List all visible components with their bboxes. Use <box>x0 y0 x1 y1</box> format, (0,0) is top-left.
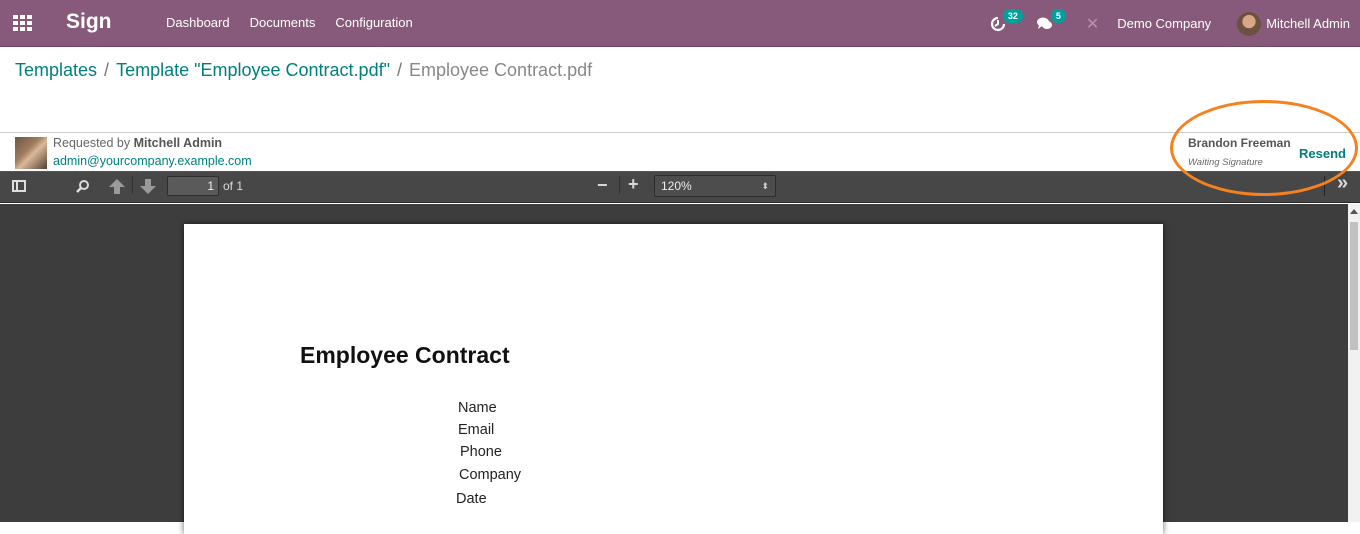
breadcrumb: Templates / Template "Employee Contract.… <box>15 60 592 81</box>
requester-email[interactable]: admin@yourcompany.example.com <box>53 154 252 168</box>
app-brand[interactable]: Sign <box>66 10 112 34</box>
apps-menu-icon[interactable] <box>13 15 33 31</box>
page-number-input[interactable]: 1 <box>167 176 219 196</box>
sidebar-toggle-icon[interactable] <box>12 180 26 192</box>
activity-badge: 32 <box>1002 8 1023 23</box>
resend-button[interactable]: Resend <box>1299 146 1346 161</box>
requested-by: Requested by Mitchell Admin <box>53 136 222 150</box>
requested-by-label: Requested by <box>53 136 131 150</box>
select-arrows-icon: ⬍ <box>761 181 769 191</box>
company-switcher[interactable]: Demo Company <box>1117 16 1211 31</box>
zoom-out-button[interactable]: − <box>597 176 608 194</box>
page-count: of 1 <box>223 179 244 193</box>
messages-badge: 5 <box>1050 8 1066 23</box>
search-icon[interactable] <box>76 179 90 193</box>
signer-status: Waiting Signature <box>1188 157 1263 168</box>
more-tools-button[interactable]: » <box>1337 173 1348 193</box>
tools-icon[interactable]: ✕ <box>1086 14 1099 34</box>
scroll-thumb[interactable] <box>1350 222 1358 350</box>
zoom-select[interactable]: 120% ⬍ <box>654 175 776 197</box>
previous-page-icon[interactable] <box>109 179 125 194</box>
top-navbar: Sign Dashboard Documents Configuration 3… <box>0 0 1360 47</box>
breadcrumb-template[interactable]: Template "Employee Contract.pdf" <box>116 60 390 81</box>
request-info-bar: Requested by Mitchell Admin admin@yourco… <box>0 132 1360 171</box>
toolbar-separator <box>1324 176 1325 196</box>
field-name: Name <box>458 400 497 416</box>
breadcrumb-separator: / <box>104 60 110 80</box>
requester-name: Mitchell Admin <box>133 136 223 150</box>
vertical-scrollbar[interactable] <box>1348 204 1360 522</box>
field-date: Date <box>456 491 487 507</box>
signer-name: Brandon Freeman <box>1188 136 1291 150</box>
zoom-level: 120% <box>661 179 692 193</box>
requester-avatar <box>15 137 47 169</box>
zoom-in-button[interactable]: + <box>628 175 639 193</box>
toolbar-separator <box>619 176 620 194</box>
user-name: Mitchell Admin <box>1266 16 1350 31</box>
pdf-page: Employee Contract Name Email Phone Compa… <box>184 224 1163 534</box>
pdf-viewer[interactable]: Employee Contract Name Email Phone Compa… <box>0 204 1348 534</box>
user-menu[interactable]: Mitchell Admin <box>1237 11 1350 36</box>
field-email: Email <box>458 422 495 438</box>
user-avatar <box>1237 11 1262 36</box>
document-title: Employee Contract <box>300 342 510 368</box>
breadcrumb-separator: / <box>396 60 402 80</box>
next-page-icon[interactable] <box>140 179 156 194</box>
breadcrumb-current: Employee Contract.pdf <box>409 60 593 80</box>
messages-button[interactable]: 5 <box>1036 8 1066 34</box>
activity-button[interactable]: 32 <box>990 8 1023 34</box>
menu-documents[interactable]: Documents <box>250 15 316 30</box>
field-phone: Phone <box>460 444 502 460</box>
toolbar-separator <box>132 176 133 194</box>
scroll-up-icon[interactable] <box>1350 209 1358 214</box>
breadcrumb-templates[interactable]: Templates <box>15 60 97 81</box>
field-company: Company <box>459 467 522 483</box>
menu-configuration[interactable]: Configuration <box>335 15 412 30</box>
menu-dashboard[interactable]: Dashboard <box>166 15 230 30</box>
